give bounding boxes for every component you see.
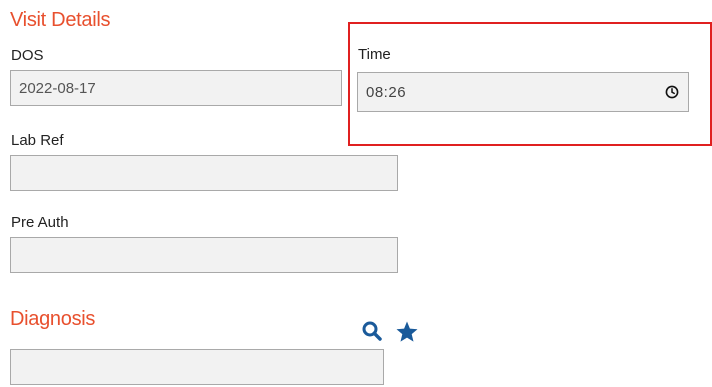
- visit-form: Visit Details DOS 2022-08-17 Time 08:26 …: [0, 0, 712, 387]
- dos-value: 2022-08-17: [19, 79, 96, 97]
- visit-details-title: Visit Details: [10, 9, 111, 31]
- clock-icon[interactable]: [665, 85, 679, 99]
- time-input[interactable]: 08:26: [357, 72, 689, 112]
- pre-auth-input[interactable]: [10, 237, 398, 273]
- star-icon[interactable]: [394, 319, 420, 345]
- diagnosis-title: Diagnosis: [10, 308, 96, 330]
- pre-auth-label: Pre Auth: [11, 214, 69, 231]
- lab-ref-input[interactable]: [10, 155, 398, 191]
- dos-label: DOS: [11, 47, 44, 64]
- time-label: Time: [358, 46, 391, 63]
- time-value: 08:26: [366, 83, 407, 101]
- lab-ref-label: Lab Ref: [11, 132, 64, 149]
- diagnosis-input[interactable]: [10, 349, 384, 385]
- dos-field[interactable]: 2022-08-17: [10, 70, 342, 106]
- search-icon[interactable]: [360, 319, 384, 343]
